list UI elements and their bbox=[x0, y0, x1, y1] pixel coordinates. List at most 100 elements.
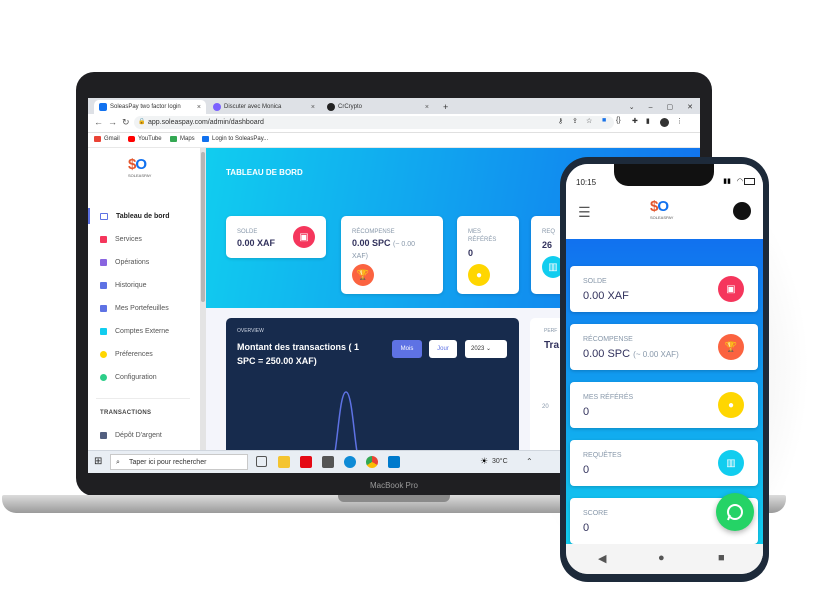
card-value: 0 bbox=[583, 406, 590, 418]
phone-nav-bar: ◀ ● ■ bbox=[566, 544, 763, 574]
phone-card-referes: MES RÉFÉRÉS 0 ● bbox=[570, 382, 758, 428]
edge-icon[interactable] bbox=[344, 456, 356, 468]
sidebar-item-services[interactable]: Services bbox=[100, 236, 142, 243]
menu-dots-icon[interactable]: ⋮ bbox=[676, 117, 683, 125]
browser-tab-monica[interactable]: Discuter avec Monica × bbox=[208, 100, 320, 114]
temperature[interactable]: 30°C bbox=[492, 458, 508, 465]
reload-icon[interactable]: ↻ bbox=[122, 117, 130, 128]
card-label: RÉCOMPENSE bbox=[352, 229, 395, 235]
netflix-icon[interactable] bbox=[300, 456, 312, 468]
chrome-icon[interactable] bbox=[366, 456, 378, 468]
maps-icon bbox=[170, 136, 177, 142]
card-label: SOLDE bbox=[583, 278, 607, 285]
app-logo[interactable]: $O SOLEASPAY bbox=[650, 198, 673, 220]
close-icon[interactable]: × bbox=[311, 104, 315, 111]
bookmark-soleaspay[interactable]: Login to SoleasPay... bbox=[202, 136, 268, 142]
star-icon[interactable]: ☆ bbox=[586, 117, 592, 125]
month-button[interactable]: Mois bbox=[392, 340, 422, 358]
page-title: TABLEAU DE BORD bbox=[226, 168, 303, 177]
stat-card-solde: SOLDE 0.00 XAF ▣ bbox=[226, 216, 326, 258]
close-window-icon[interactable]: ✕ bbox=[687, 103, 693, 111]
back-icon[interactable]: ← bbox=[94, 117, 103, 127]
sidebar-item-label: Comptes Externe bbox=[115, 328, 170, 335]
sidebar-item-comptes-externe[interactable]: Comptes Externe bbox=[100, 328, 169, 335]
close-icon[interactable]: × bbox=[197, 104, 201, 111]
task-view-icon[interactable] bbox=[256, 456, 267, 467]
browser-tab-crcrypto[interactable]: CrCrypto × bbox=[322, 100, 434, 114]
monitor-icon bbox=[100, 213, 108, 220]
tab-label: SoleasPay two factor login bbox=[110, 104, 181, 110]
app-logo[interactable]: $O SOLEASPAY bbox=[128, 156, 151, 178]
file-explorer-icon[interactable] bbox=[278, 456, 290, 468]
chevron-up-icon[interactable]: ⌃ bbox=[526, 457, 533, 466]
chart-line bbox=[334, 391, 358, 450]
recents-square-icon[interactable]: ■ bbox=[718, 552, 725, 564]
whatsapp-icon bbox=[727, 504, 743, 521]
card-value-main: 0.00 SPC bbox=[352, 238, 391, 248]
vscode-icon[interactable] bbox=[388, 456, 400, 468]
restore-icon[interactable]: ▢ bbox=[667, 103, 674, 111]
stat-card-referes: MES RÉFÉRÉS 0 ● bbox=[457, 216, 519, 294]
back-triangle-icon[interactable]: ◀ bbox=[598, 552, 606, 565]
day-button[interactable]: Jour bbox=[429, 340, 457, 358]
signal-icon: ▮▮ bbox=[723, 178, 731, 185]
year-select[interactable]: 2023 ⌄ bbox=[465, 340, 507, 358]
mail-icon[interactable] bbox=[322, 456, 334, 468]
sidebar-section-title: TRANSACTIONS bbox=[100, 410, 152, 416]
sidebar-item-tableau-de-bord[interactable]: Tableau de bord bbox=[100, 213, 170, 220]
wallet-icon bbox=[100, 305, 107, 312]
bookmarks-bar: Gmail YouTube Maps Login to SoleasPay... bbox=[88, 133, 700, 148]
monica-favicon bbox=[213, 103, 221, 111]
key-icon[interactable]: ⚷ bbox=[558, 117, 563, 125]
home-circle-icon[interactable]: ● bbox=[658, 552, 665, 564]
sidepanel-icon[interactable]: ▮ bbox=[646, 117, 650, 125]
box-icon bbox=[100, 236, 107, 243]
address-input[interactable]: 🔒 app.soleaspay.com/admin/dashboard bbox=[134, 116, 614, 129]
bookmark-label: Login to SoleasPay... bbox=[212, 136, 269, 142]
user-avatar-icon[interactable] bbox=[733, 202, 751, 220]
phone-card-recompense: RÉCOMPENSE 0.00 SPC (~ 0.00 XAF) 🏆 bbox=[570, 324, 758, 370]
sidebar-item-preferences[interactable]: Préferences bbox=[100, 351, 153, 358]
battery-icon bbox=[744, 178, 755, 185]
card-value: 0 bbox=[468, 248, 474, 258]
new-tab-button[interactable]: + bbox=[438, 100, 452, 114]
card-value-main: 0.00 SPC bbox=[583, 348, 631, 360]
sidebar: $O SOLEASPAY Tableau de bord Services Op… bbox=[88, 148, 201, 450]
bookmark-maps[interactable]: Maps bbox=[170, 136, 195, 142]
windows-start-icon[interactable]: ⊞ bbox=[94, 456, 102, 467]
sidebar-item-depot[interactable]: Dépôt D'argent bbox=[100, 432, 162, 439]
hamburger-menu-icon[interactable]: ☰ bbox=[578, 204, 591, 221]
whatsapp-button[interactable] bbox=[716, 493, 754, 531]
card-value: 26 bbox=[542, 240, 553, 250]
perf-label: PERF bbox=[544, 328, 558, 334]
tab-label: CrCrypto bbox=[338, 104, 363, 110]
soleaspay-favicon bbox=[99, 103, 107, 111]
weather-icon[interactable]: ☀ bbox=[480, 456, 488, 467]
scrollbar-thumb[interactable] bbox=[201, 152, 205, 302]
share-icon[interactable]: ⇪ bbox=[572, 117, 578, 125]
cube-icon bbox=[100, 259, 107, 266]
taskbar-search-input[interactable]: ⌕ Taper ici pour rechercher bbox=[110, 454, 248, 470]
sidebar-item-mes-portefeuilles[interactable]: Mes Portefeuilles bbox=[100, 305, 169, 312]
puzzle-icon[interactable]: ✚ bbox=[632, 117, 638, 125]
overview-title: Montant des transactions ( 1 SPC = 250.0… bbox=[237, 342, 360, 366]
sidebar-item-operations[interactable]: Opérations bbox=[100, 259, 149, 266]
gear-icon bbox=[100, 374, 107, 381]
browser-tab-soleaspay[interactable]: SoleasPay two factor login × bbox=[94, 100, 206, 114]
bookmark-youtube[interactable]: YouTube bbox=[128, 136, 162, 142]
browser-toolbar: ← → ↻ 🔒 app.soleaspay.com/admin/dashboar… bbox=[88, 114, 700, 133]
sidebar-item-configuration[interactable]: Configuration bbox=[100, 374, 157, 381]
perf-axis-tick: 20 bbox=[542, 404, 549, 410]
extension-icon[interactable]: ■ bbox=[602, 117, 606, 124]
profile-icon[interactable] bbox=[660, 118, 669, 127]
bookmark-gmail[interactable]: Gmail bbox=[94, 136, 120, 142]
crcrypto-favicon bbox=[327, 103, 335, 111]
sidebar-item-label: Historique bbox=[115, 282, 147, 289]
forward-icon[interactable]: → bbox=[108, 117, 117, 127]
minimize-icon[interactable]: – bbox=[649, 104, 653, 111]
bracket-icon[interactable]: {} bbox=[616, 117, 621, 124]
sidebar-item-historique[interactable]: Historique bbox=[100, 282, 147, 289]
phone-card-solde: SOLDE 0.00 XAF ▣ bbox=[570, 266, 758, 312]
chevron-down-icon[interactable]: ⌄ bbox=[629, 103, 635, 111]
close-icon[interactable]: × bbox=[425, 104, 429, 111]
